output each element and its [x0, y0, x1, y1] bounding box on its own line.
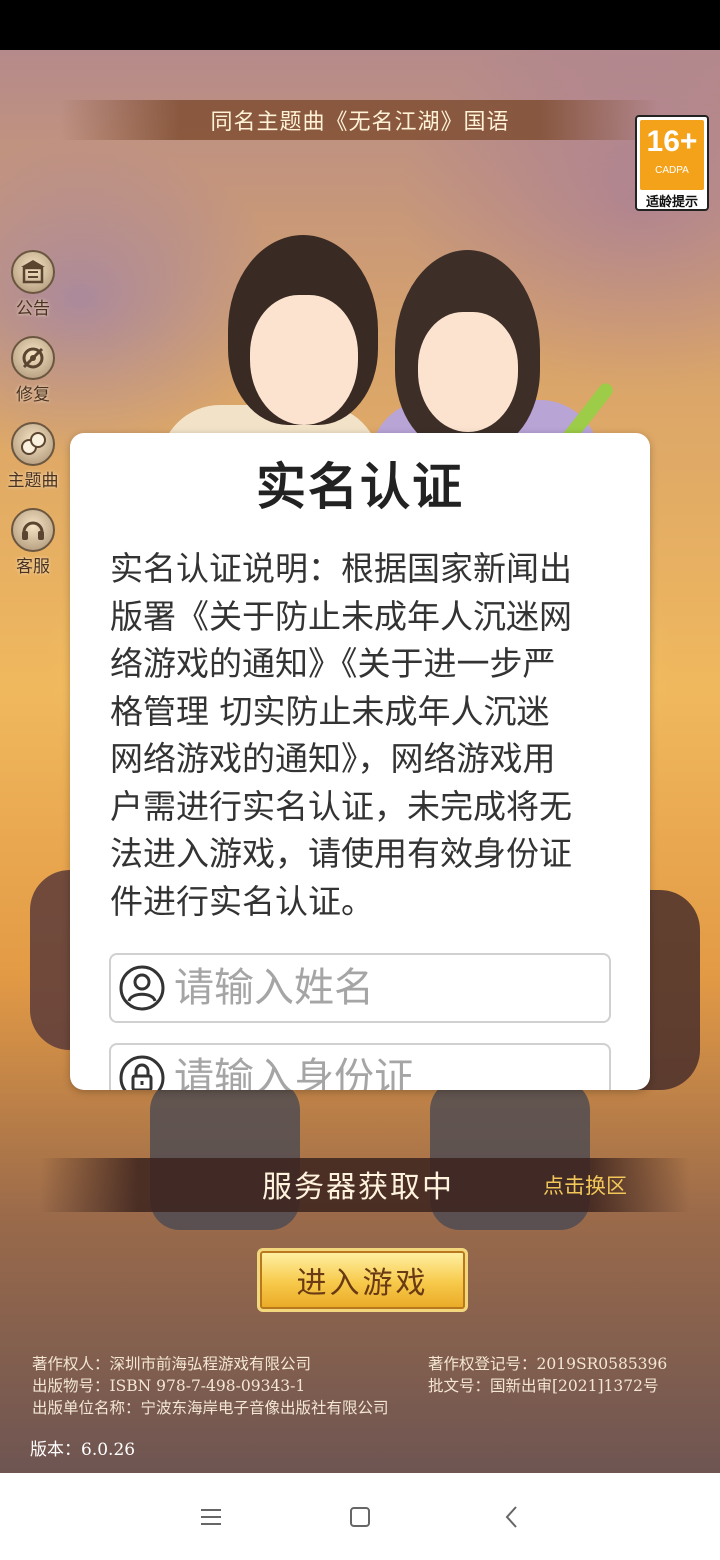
side-item-customer-service[interactable]: 客服	[0, 508, 66, 588]
description-line: 实名认证说明：根据国家新闻出	[110, 549, 572, 588]
side-label-customer-service: 客服	[16, 557, 50, 577]
back-nav-button[interactable]	[492, 1497, 532, 1537]
side-label-repair: 修复	[16, 385, 50, 405]
age-rating-badge[interactable]: 16+ CADPA 适龄提示	[635, 115, 709, 211]
repair-icon	[11, 336, 55, 380]
approval-number: 批文号：国新出审[2021]1372号	[428, 1377, 659, 1395]
version-label: 版本：6.0.26	[30, 1440, 136, 1460]
side-item-theme-song[interactable]: 主题曲	[0, 422, 66, 502]
announcement-icon	[11, 250, 55, 294]
publication-number: 出版物号：ISBN 978-7-498-09343-1	[32, 1377, 306, 1395]
side-label-theme-song: 主题曲	[7, 471, 59, 491]
description-line: 件进行实名认证。	[110, 881, 374, 921]
home-square-icon	[350, 1507, 370, 1527]
user-icon	[119, 965, 165, 1011]
system-nav-bar	[0, 1473, 720, 1560]
name-field[interactable]	[109, 953, 611, 1023]
real-name-dialog: 实名认证 实名认证说明：根据国家新闻出 版署《关于防止未成年人沉迷网 络游戏的通…	[70, 433, 650, 1090]
publisher-name: 出版单位名称：宁波东海岸电子音像出版社有限公司	[32, 1399, 389, 1417]
menu-nav-button[interactable]	[191, 1497, 231, 1537]
home-nav-button[interactable]	[340, 1497, 380, 1537]
server-status: 服务器获取中	[262, 1170, 454, 1205]
theme-song-icon	[11, 422, 55, 466]
id-input[interactable]	[174, 1055, 594, 1090]
menu-icon	[201, 1509, 221, 1525]
side-label-announcement: 公告	[16, 299, 50, 319]
age-rating-tip: 适龄提示	[645, 195, 698, 210]
id-field[interactable]	[109, 1043, 611, 1090]
name-input[interactable]	[174, 965, 594, 1011]
side-item-announcement[interactable]: 公告	[0, 250, 66, 330]
age-rating-value: 16+	[646, 125, 698, 158]
character-left-face	[250, 295, 358, 425]
customer-service-icon	[11, 508, 55, 552]
enter-game-button[interactable]: 进入游戏	[257, 1248, 468, 1312]
description-line: 版署《关于防止未成年人沉迷网	[110, 596, 572, 636]
description-line: 网络游戏的通知》，网络游戏用	[110, 739, 556, 778]
switch-zone-link[interactable]: 点击换区	[543, 1170, 627, 1200]
status-bar	[0, 0, 720, 50]
character-right-face	[418, 312, 518, 432]
dialog-description: 实名认证说明：根据国家新闻出 版署《关于防止未成年人沉迷网 络游戏的通知》《关于…	[110, 545, 610, 925]
registration-number: 著作权登记号：2019SR0585396	[428, 1355, 668, 1373]
description-line: 法进入游戏，请使用有效身份证	[110, 834, 572, 873]
description-line: 户需进行实名认证，未完成将无	[110, 786, 572, 826]
description-line: 络游戏的通知》《关于进一步严	[110, 644, 556, 683]
theme-song-banner[interactable]: 同名主题曲《无名江湖》国语	[60, 100, 660, 140]
description-line: 格管理 切实防止未成年人沉迷	[110, 691, 550, 731]
copyright-holder: 著作权人：深圳市前海弘程游戏有限公司	[32, 1355, 312, 1373]
lock-icon	[119, 1055, 165, 1090]
age-rating-org: CADPA	[655, 165, 689, 176]
side-item-repair[interactable]: 修复	[0, 336, 66, 416]
dialog-title: 实名认证	[256, 458, 464, 516]
back-chevron-icon	[505, 1506, 517, 1528]
